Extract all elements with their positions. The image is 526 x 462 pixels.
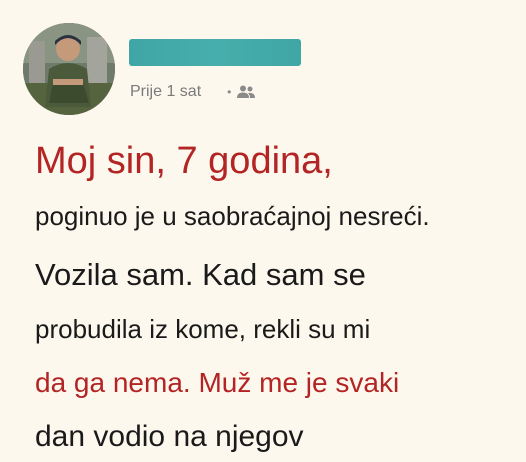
post-text-line-5: da ga nema. Muž me je svaki <box>35 367 400 398</box>
friends-icon[interactable] <box>236 84 256 100</box>
post-timestamp[interactable]: Prije 1 sat <box>130 83 201 101</box>
post-text-line-6: dan vodio na njegov <box>35 420 304 453</box>
post-text-line-3: Vozila sam. Kad sam se <box>35 257 366 292</box>
facebook-post: Prije 1 sat • Moj sin, 7 godina, poginuo… <box>0 0 526 462</box>
post-text-line-2: poginuo je u saobraćajnoj nesreći. <box>35 201 430 231</box>
post-meta: Prije 1 sat • <box>130 83 256 101</box>
avatar-photo <box>23 23 115 115</box>
post-text-line-1: Moj sin, 7 godina, <box>35 140 333 182</box>
author-name-redacted[interactable] <box>129 39 301 66</box>
post-text-line-4: probudila iz kome, rekli su mi <box>35 314 371 344</box>
meta-separator: • <box>227 85 232 99</box>
avatar[interactable] <box>23 23 115 115</box>
